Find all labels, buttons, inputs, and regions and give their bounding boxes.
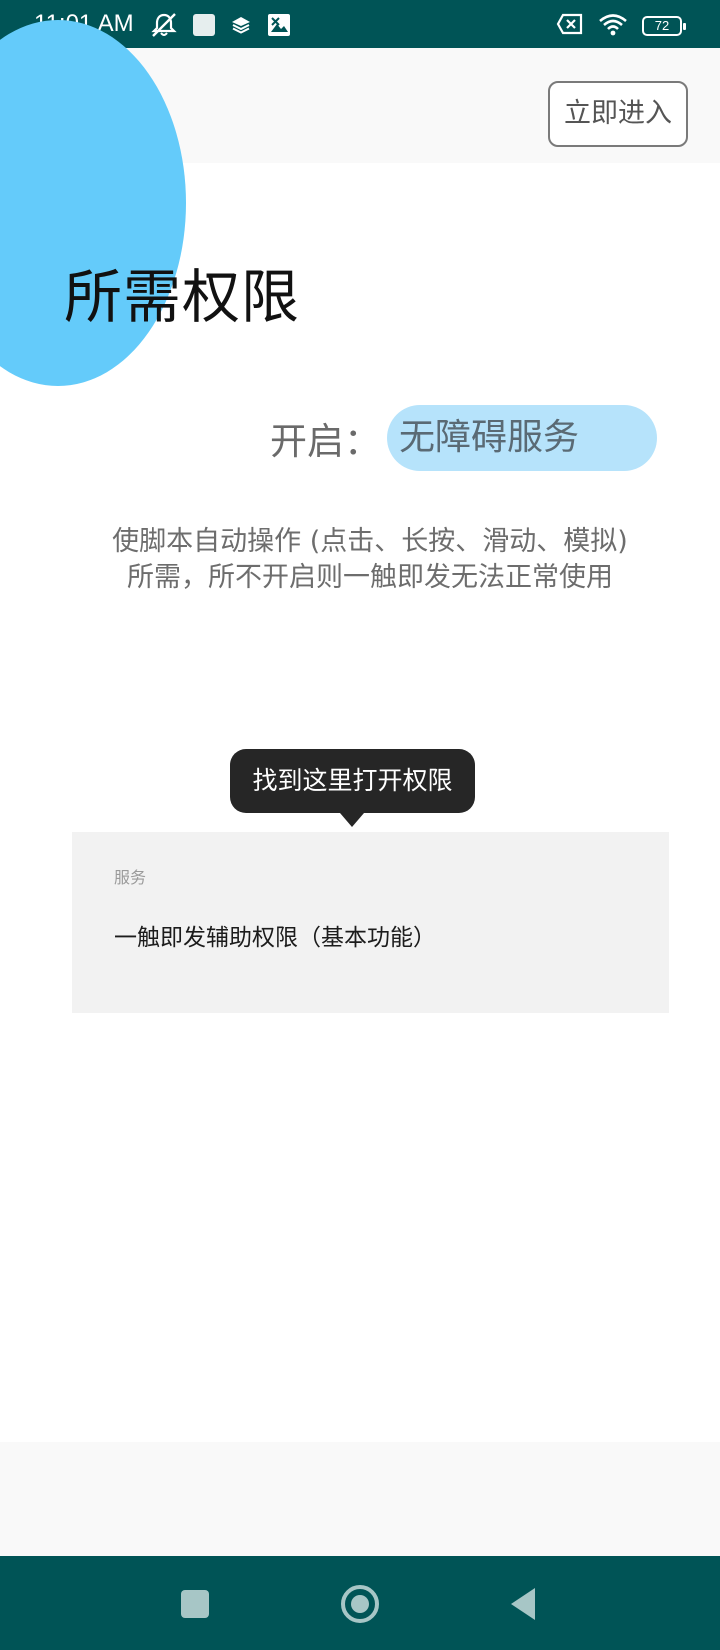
- settings-preview-card: 服务 一触即发辅助权限（基本功能）: [72, 832, 669, 1013]
- page-title: 所需权限: [64, 263, 301, 331]
- notifications-off-icon: [150, 12, 178, 42]
- wifi-icon: [598, 12, 628, 40]
- enable-row: 开启： 无障碍服务: [270, 405, 657, 471]
- recent-apps-icon[interactable]: [173, 1582, 217, 1626]
- accessibility-service-pill[interactable]: 无障碍服务: [387, 405, 657, 471]
- settings-section-label: 服务: [114, 868, 147, 887]
- description-line-1: 使脚本自动操作 (点击、长按、滑动、模拟): [112, 526, 628, 557]
- status-left-icons: [150, 12, 292, 42]
- enter-now-button[interactable]: 立即进入: [548, 81, 688, 147]
- hint-tooltip: 找到这里打开权限: [230, 749, 475, 827]
- no-sim-icon: [556, 13, 584, 39]
- back-icon[interactable]: [503, 1582, 547, 1626]
- bottom-band: [0, 1442, 720, 1557]
- image-notification-icon: [266, 12, 292, 42]
- enable-label: 开启：: [270, 420, 381, 463]
- settings-service-item: 一触即发辅助权限（基本功能）: [114, 925, 436, 951]
- screen: 11:01 AM: [0, 0, 720, 1650]
- navigation-bar: [0, 1556, 720, 1650]
- permission-description: 使脚本自动操作 (点击、长按、滑动、模拟) 所需，所不开启则一触即发无法正常使用: [60, 524, 680, 596]
- layers-icon: [230, 14, 252, 40]
- description-line-2: 所需，所不开启则一触即发无法正常使用: [127, 562, 613, 593]
- status-right-icons: 72: [556, 12, 686, 40]
- home-icon[interactable]: [338, 1582, 382, 1626]
- square-notification-icon: [192, 13, 216, 41]
- battery-icon: 72: [642, 16, 686, 36]
